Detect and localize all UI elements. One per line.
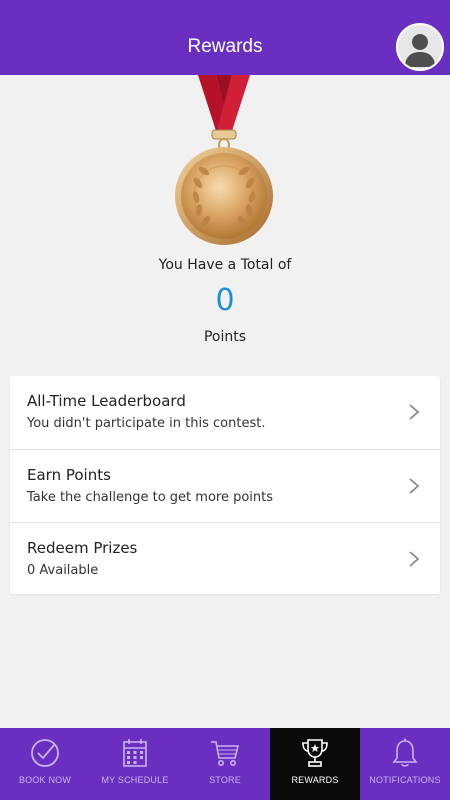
trophy-icon [302,739,328,767]
chevron-right-icon [409,478,420,494]
points-unit-label: Points [203,329,247,345]
tab-rewards[interactable]: REWARDS [270,728,360,800]
page-title: Rewards [187,36,263,57]
redeem-prizes-row[interactable]: Redeem Prizes 0 Available [10,522,440,595]
points-total-label: You Have a Total of [158,257,292,273]
bottom-tab-bar: BOOK NOW MY SCHEDULE STORE REWARDS NOTIF… [0,728,450,800]
rewards-menu-card: All-Time Leaderboard You didn't particip… [10,376,440,594]
redeem-prizes-title: Redeem Prizes [27,539,138,557]
tab-notifications[interactable]: NOTIFICATIONS [360,728,450,800]
points-value: 0 [215,283,235,318]
redeem-prizes-subtitle: 0 Available [27,563,99,578]
calendar-icon [123,739,147,767]
cart-icon [211,741,240,766]
tab-label: REWARDS [291,775,339,785]
leaderboard-title: All-Time Leaderboard [27,392,186,410]
user-silhouette-icon [405,34,435,67]
check-circle-icon [31,739,59,767]
earn-points-subtitle: Take the challenge to get more points [27,490,274,505]
tab-label: NOTIFICATIONS [369,775,441,785]
tab-book-now[interactable]: BOOK NOW [0,728,90,800]
leaderboard-subtitle: You didn't participate in this contest. [27,416,266,431]
earn-points-title: Earn Points [27,466,111,484]
chevron-right-icon [409,551,420,567]
tab-my-schedule[interactable]: MY SCHEDULE [90,728,180,800]
bell-icon [392,738,418,767]
chevron-right-icon [409,404,420,420]
top-app-bar: Rewards [0,0,450,75]
tab-store[interactable]: STORE [180,728,270,800]
avatar[interactable] [396,23,444,71]
tab-label: STORE [209,775,241,785]
tab-label: BOOK NOW [18,775,72,785]
earn-points-row[interactable]: Earn Points Take the challenge to get mo… [10,449,440,522]
leaderboard-row[interactable]: All-Time Leaderboard You didn't particip… [10,376,440,449]
tab-label: MY SCHEDULE [101,775,169,785]
medal-icon [168,75,280,250]
